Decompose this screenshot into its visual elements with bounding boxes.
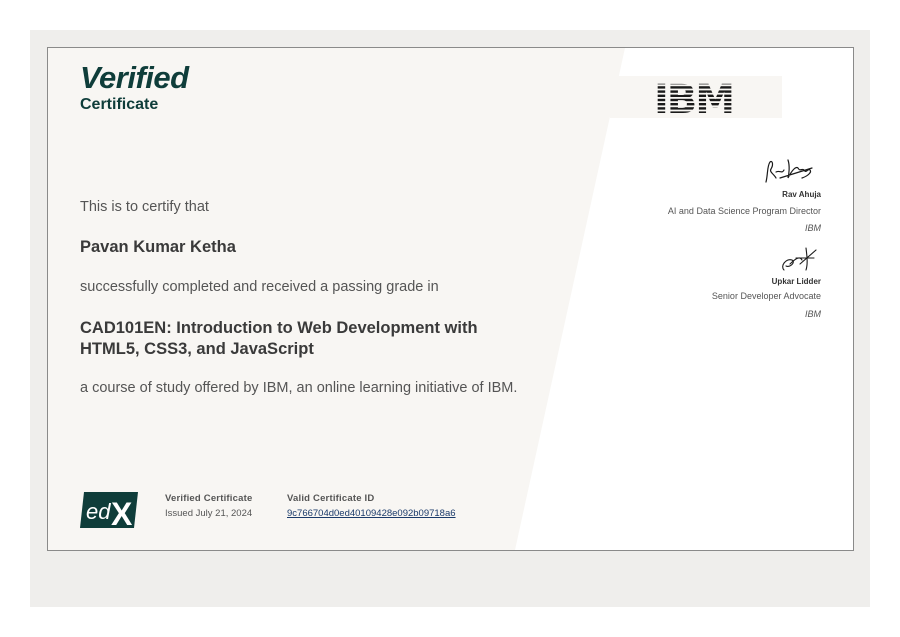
certificate: Verified Certificate This is to certify … [47,47,854,551]
issued-date: Issued July 21, 2024 [165,508,253,519]
signatory-2-name: Upkar Lidder [771,277,821,286]
completion-text: successfully completed and received a pa… [80,279,439,295]
ibm-logo: IBM [654,82,736,114]
certify-text: This is to certify that [80,199,209,215]
cert-type-label: Verified Certificate [165,493,253,504]
svg-text:IBM: IBM [654,82,736,114]
cert-id-label: Valid Certificate ID [287,493,375,504]
certificate-subtitle: Certificate [80,96,159,113]
svg-text:X: X [111,496,133,528]
signature-rav-ahuja [762,156,818,191]
ibm-logo-box: IBM [610,76,782,118]
signatory-1-title: AI and Data Science Program Director [667,206,821,216]
edx-logo: ed X [80,492,142,533]
signatory-1-org: IBM [804,223,821,233]
signatory-2-org: IBM [804,309,821,319]
signatory-2-title: Senior Developer Advocate [711,291,821,301]
cert-id-link[interactable]: 9c766704d0ed40109428e092b09718a6 [287,508,456,519]
course-title: CAD101EN: Introduction to Web Developmen… [80,319,478,358]
svg-text:ed: ed [86,499,111,524]
recipient-name: Pavan Kumar Ketha [80,238,236,256]
offered-by-text: a course of study offered by IBM, an onl… [80,380,518,396]
signatory-1-name: Rav Ahuja [782,190,821,199]
signature-upkar-lidder [776,244,822,279]
certificate-title: Verified [80,60,189,95]
